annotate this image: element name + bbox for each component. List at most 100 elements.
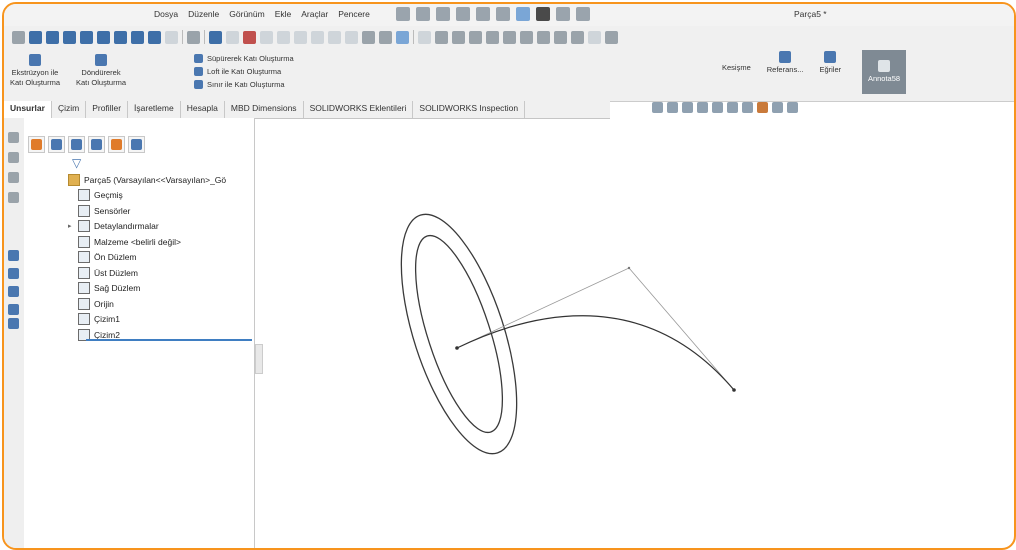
tab-isaretleme[interactable]: İşaretleme	[128, 101, 181, 118]
curve-icon[interactable]	[362, 30, 375, 44]
previous-view-icon[interactable]	[682, 102, 693, 113]
arrow-icon[interactable]	[452, 30, 465, 44]
tree-item-orijin[interactable]: Orijin	[68, 296, 226, 312]
arc-icon[interactable]	[537, 30, 550, 44]
reference-geometry-button[interactable]: Referans...	[767, 51, 803, 74]
tool-icon[interactable]	[8, 132, 19, 143]
hide-show-icon[interactable]	[742, 102, 753, 113]
graphics-area[interactable]	[259, 118, 1014, 548]
view-icon[interactable]	[226, 30, 239, 44]
appearance-icon[interactable]	[243, 30, 256, 44]
rollback-bar[interactable]	[86, 339, 252, 341]
tree-item-cizim1[interactable]: Çizim1	[68, 312, 226, 328]
menu-ekle[interactable]: Ekle	[275, 9, 292, 19]
tree-item-malzeme[interactable]: Malzeme <belirli değil>	[68, 234, 226, 250]
print-icon[interactable]	[476, 7, 490, 21]
tab-hesapla[interactable]: Hesapla	[181, 101, 225, 118]
tab-solidworks-eklentileri[interactable]: SOLIDWORKS Eklentileri	[304, 101, 414, 118]
ellipse-inner[interactable]	[398, 226, 521, 441]
tool-icon[interactable]	[8, 318, 19, 329]
tool-icon[interactable]	[8, 304, 19, 315]
rectangle-icon[interactable]	[486, 30, 499, 44]
tool-icon[interactable]	[8, 286, 19, 297]
feature-icon[interactable]	[46, 30, 59, 44]
select-icon[interactable]	[516, 7, 530, 21]
menu-araclar[interactable]: Araçlar	[301, 9, 328, 19]
save-icon[interactable]	[456, 7, 470, 21]
spline-start-point[interactable]	[455, 346, 459, 350]
filter-icon[interactable]: ▽	[72, 156, 81, 170]
options-gear-icon[interactable]	[576, 7, 590, 21]
tool-icon[interactable]	[8, 250, 19, 261]
corner-icon[interactable]	[435, 30, 448, 44]
view-icon[interactable]	[209, 30, 222, 44]
configuration-manager-tab[interactable]	[68, 135, 85, 153]
boundary-button[interactable]: Sınır ile Katı Oluşturma	[194, 78, 294, 91]
point-icon[interactable]	[605, 30, 618, 44]
spline-curve[interactable]	[456, 315, 735, 391]
section-view-icon[interactable]	[697, 102, 708, 113]
property-manager-tab[interactable]	[48, 135, 65, 153]
tab-solidworks-inspection[interactable]: SOLIDWORKS Inspection	[413, 101, 526, 118]
undo-icon[interactable]	[496, 7, 510, 21]
display-manager-tab[interactable]	[108, 135, 125, 153]
feature-icon[interactable]	[29, 30, 42, 44]
tree-item-gecmis[interactable]: Geçmiş	[68, 188, 226, 204]
scene-icon[interactable]	[772, 102, 783, 113]
menu-gorunum[interactable]: Görünüm	[229, 9, 264, 19]
display-style-icon[interactable]	[727, 102, 738, 113]
sketch-tool-icon[interactable]	[418, 30, 431, 44]
tab-profiller[interactable]: Profiller	[86, 101, 129, 118]
tab-mbd-dimensions[interactable]: MBD Dimensions	[225, 101, 304, 118]
display-settings-icon[interactable]	[787, 102, 798, 113]
ellipse-icon[interactable]	[571, 30, 584, 44]
expand-arrow-icon[interactable]: ▸	[68, 222, 74, 230]
revolve-boss-button[interactable]: Döndürerek Katı Oluşturma	[76, 54, 126, 88]
tool-icon[interactable]	[8, 192, 19, 203]
zoom-area-icon[interactable]	[667, 102, 678, 113]
tree-item-sag-duzlem[interactable]: Sağ Düzlem	[68, 281, 226, 297]
spline-tool-icon[interactable]	[554, 30, 567, 44]
ellipse-outer[interactable]	[378, 201, 541, 467]
sketch-mode-icon[interactable]	[396, 30, 409, 44]
sweep-button[interactable]: Süpürerek Katı Oluşturma	[194, 52, 294, 65]
open-icon[interactable]	[436, 7, 450, 21]
tool-icon[interactable]	[8, 268, 19, 279]
extrude-boss-button[interactable]: Ekstrüzyon ile Katı Oluşturma	[10, 54, 60, 88]
zoom-fit-icon[interactable]	[652, 102, 663, 113]
circle-icon[interactable]	[520, 30, 533, 44]
view-orientation-icon[interactable]	[712, 102, 723, 113]
feature-icon[interactable]	[97, 30, 110, 44]
appearance-icon[interactable]	[757, 102, 768, 113]
tab-cizim[interactable]: Çizim	[52, 101, 87, 118]
menu-pencere[interactable]: Pencere	[338, 9, 370, 19]
feature-icon[interactable]	[148, 30, 161, 44]
feature-icon[interactable]	[63, 30, 76, 44]
slot-icon[interactable]	[503, 30, 516, 44]
menu-dosya[interactable]: Dosya	[154, 9, 178, 19]
file-properties-icon[interactable]	[556, 7, 570, 21]
feature-icon[interactable]	[80, 30, 93, 44]
dimxpert-tab[interactable]	[88, 135, 105, 153]
new-document-icon[interactable]	[416, 7, 430, 21]
tool-icon[interactable]	[8, 172, 19, 183]
tree-item-on-duzlem[interactable]: Ön Düzlem	[68, 250, 226, 266]
curves-button[interactable]: Eğriler	[819, 51, 841, 74]
feature-icon[interactable]	[165, 30, 178, 44]
spline-end-point[interactable]	[732, 388, 736, 392]
control-point[interactable]	[627, 266, 631, 270]
home-icon[interactable]	[396, 7, 410, 21]
tab-unsurlar[interactable]: Unsurlar	[4, 101, 52, 118]
tree-item-ust-duzlem[interactable]: Üst Düzlem	[68, 265, 226, 281]
intersect-button[interactable]: Kesişme	[722, 63, 751, 74]
feature-icon[interactable]	[131, 30, 144, 44]
menu-duzenle[interactable]: Düzenle	[188, 9, 219, 19]
tree-item-sensorler[interactable]: Sensörler	[68, 203, 226, 219]
tool-icon[interactable]	[8, 152, 19, 163]
line-icon[interactable]	[469, 30, 482, 44]
rebuild-icon[interactable]	[536, 7, 550, 21]
annotation-button[interactable]: Annota58	[862, 50, 906, 94]
feature-icon[interactable]	[114, 30, 127, 44]
tree-item-detaylandirmalar[interactable]: ▸ Detaylandırmalar	[68, 219, 226, 235]
spline-icon[interactable]	[379, 30, 392, 44]
